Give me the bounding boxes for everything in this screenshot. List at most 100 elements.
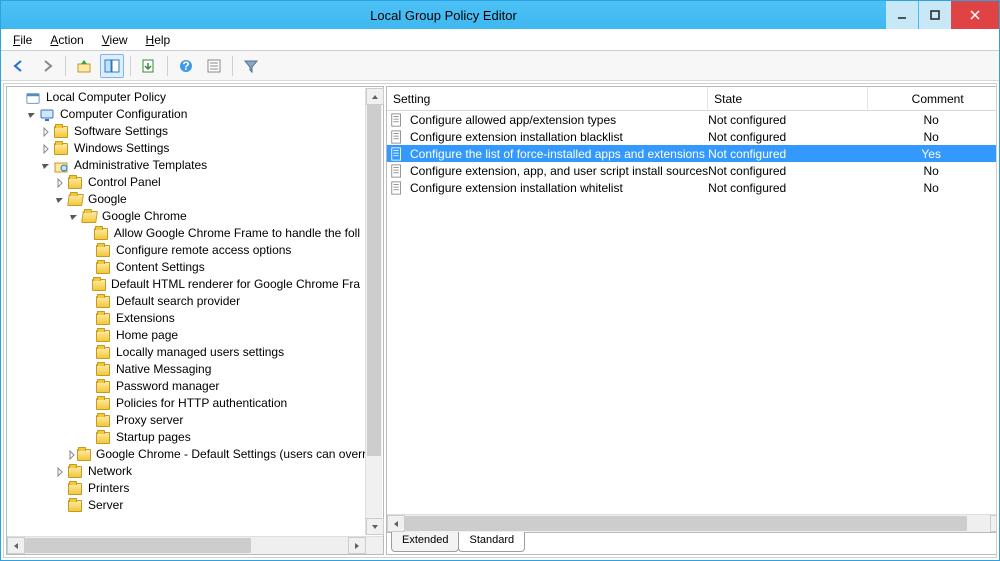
folder-icon [95, 328, 111, 344]
tree-google[interactable]: Google [9, 191, 366, 208]
tree-chrome-default[interactable]: Google Chrome - Default Settings (users … [9, 446, 366, 463]
tab-extended[interactable]: Extended [391, 532, 459, 552]
tree-chrome-child[interactable]: Configure remote access options [9, 242, 366, 259]
menu-file[interactable]: File [5, 31, 40, 49]
list-cell-comment: No [868, 164, 996, 178]
list-row[interactable]: Configure extension installation blackli… [387, 128, 996, 145]
list-cell-state: Not configured [708, 164, 868, 178]
tree-chrome-child[interactable]: Policies for HTTP authentication [9, 395, 366, 412]
menu-view[interactable]: View [94, 31, 136, 49]
tree-chrome-child[interactable]: Startup pages [9, 429, 366, 446]
list-row[interactable]: Configure extension installation whiteli… [387, 179, 996, 196]
tree-chrome-child[interactable]: Native Messaging [9, 361, 366, 378]
tree-expand-icon[interactable] [53, 193, 67, 207]
tree-item-label: Google Chrome - Default Settings (users … [94, 446, 368, 463]
list-cell-state: Not configured [708, 147, 868, 161]
settings-list[interactable]: Configure allowed app/extension typesNot… [387, 111, 996, 514]
tree-google-chrome[interactable]: Google Chrome [9, 208, 366, 225]
folder-icon [95, 260, 111, 276]
column-header-comment[interactable]: Comment [868, 87, 996, 110]
tree-windows-settings[interactable]: Windows Settings [9, 140, 366, 157]
list-cell-state: Not configured [708, 181, 868, 195]
menu-help[interactable]: Help [138, 31, 179, 49]
list-cell-comment: No [868, 113, 996, 127]
setting-icon [389, 180, 405, 196]
tree-computer-configuration[interactable]: Computer Configuration [9, 106, 366, 123]
tree-expand-icon[interactable] [67, 448, 77, 462]
admin-templates-icon [53, 158, 69, 174]
tree-expand-icon[interactable] [53, 465, 67, 479]
list-row[interactable]: Configure the list of force-installed ap… [387, 145, 996, 162]
folder-icon [67, 498, 83, 514]
view-tabs: Extended Standard [387, 532, 996, 554]
column-header-state[interactable]: State [708, 87, 868, 110]
tab-standard[interactable]: Standard [458, 532, 525, 552]
column-header-setting[interactable]: Setting [387, 87, 708, 110]
menu-action[interactable]: Action [42, 31, 91, 49]
forward-button[interactable] [35, 54, 59, 78]
tree-expand-icon[interactable] [39, 125, 53, 139]
titlebar[interactable]: Local Group Policy Editor [1, 1, 999, 29]
up-button[interactable] [72, 54, 96, 78]
tree-chrome-child[interactable]: Proxy server [9, 412, 366, 429]
tree-expand-icon[interactable] [25, 108, 39, 122]
tree-item-label: Home page [114, 327, 180, 344]
list-horizontal-scrollbar[interactable] [387, 514, 996, 532]
tree-item-label: Default search provider [114, 293, 242, 310]
list-cell-comment: No [868, 130, 996, 144]
tree-item-label: Proxy server [114, 412, 185, 429]
folder-icon [67, 464, 83, 480]
tree-root[interactable]: Local Computer Policy [9, 89, 366, 106]
tree-software-settings[interactable]: Software Settings [9, 123, 366, 140]
help-button[interactable]: ? [174, 54, 198, 78]
tree-chrome-child[interactable]: Default search provider [9, 293, 366, 310]
folder-icon [95, 345, 111, 361]
setting-icon [389, 163, 405, 179]
tree-expand-icon[interactable] [53, 176, 67, 190]
tree-chrome-child[interactable]: Home page [9, 327, 366, 344]
tree-server[interactable]: Server [9, 497, 366, 514]
policy-tree[interactable]: Local Computer PolicyComputer Configurat… [7, 87, 383, 536]
tree-printers[interactable]: Printers [9, 480, 366, 497]
tree-chrome-child[interactable]: Allow Google Chrome Frame to handle the … [9, 225, 366, 242]
show-hide-tree-button[interactable] [100, 54, 124, 78]
tree-item-label: Google Chrome [100, 208, 189, 225]
folder-icon [53, 124, 69, 140]
maximize-button[interactable] [919, 1, 951, 29]
tree-chrome-child[interactable]: Locally managed users settings [9, 344, 366, 361]
tree-chrome-child[interactable]: Password manager [9, 378, 366, 395]
window-title: Local Group Policy Editor [1, 1, 886, 29]
tree-chrome-child[interactable]: Extensions [9, 310, 366, 327]
minimize-button[interactable] [886, 1, 918, 29]
properties-button[interactable] [202, 54, 226, 78]
tree-expand-icon[interactable] [67, 210, 81, 224]
tree-control-panel[interactable]: Control Panel [9, 174, 366, 191]
back-button[interactable] [7, 54, 31, 78]
tree-item-label: Startup pages [114, 429, 193, 446]
list-row[interactable]: Configure allowed app/extension typesNot… [387, 111, 996, 128]
tree-expand-icon[interactable] [39, 159, 53, 173]
filter-button[interactable] [239, 54, 263, 78]
tree-chrome-child[interactable]: Content Settings [9, 259, 366, 276]
export-button[interactable] [137, 54, 161, 78]
tree-item-label: Locally managed users settings [114, 344, 286, 361]
tree-item-label: Extensions [114, 310, 177, 327]
tree-network[interactable]: Network [9, 463, 366, 480]
tree-expand-icon[interactable] [39, 142, 53, 156]
tree-chrome-child[interactable]: Default HTML renderer for Google Chrome … [9, 276, 366, 293]
details-pane: Setting State Comment Configure allowed … [386, 86, 996, 555]
tree-vertical-scrollbar[interactable] [365, 88, 382, 535]
close-button[interactable] [951, 1, 999, 29]
tree-admin-templates[interactable]: Administrative Templates [9, 157, 366, 174]
folder-icon [77, 447, 91, 463]
tree-item-label: Printers [86, 480, 131, 497]
tree-item-label: Configure remote access options [114, 242, 293, 259]
tree-pane: Local Computer PolicyComputer Configurat… [6, 86, 384, 555]
computer-icon [39, 107, 55, 123]
list-cell-state: Not configured [708, 113, 868, 127]
tree-horizontal-scrollbar[interactable] [7, 536, 383, 554]
list-cell-setting: Configure extension installation whiteli… [408, 181, 708, 195]
list-row[interactable]: Configure extension, app, and user scrip… [387, 162, 996, 179]
list-header: Setting State Comment [387, 87, 996, 111]
tree-item-label: Software Settings [72, 123, 170, 140]
